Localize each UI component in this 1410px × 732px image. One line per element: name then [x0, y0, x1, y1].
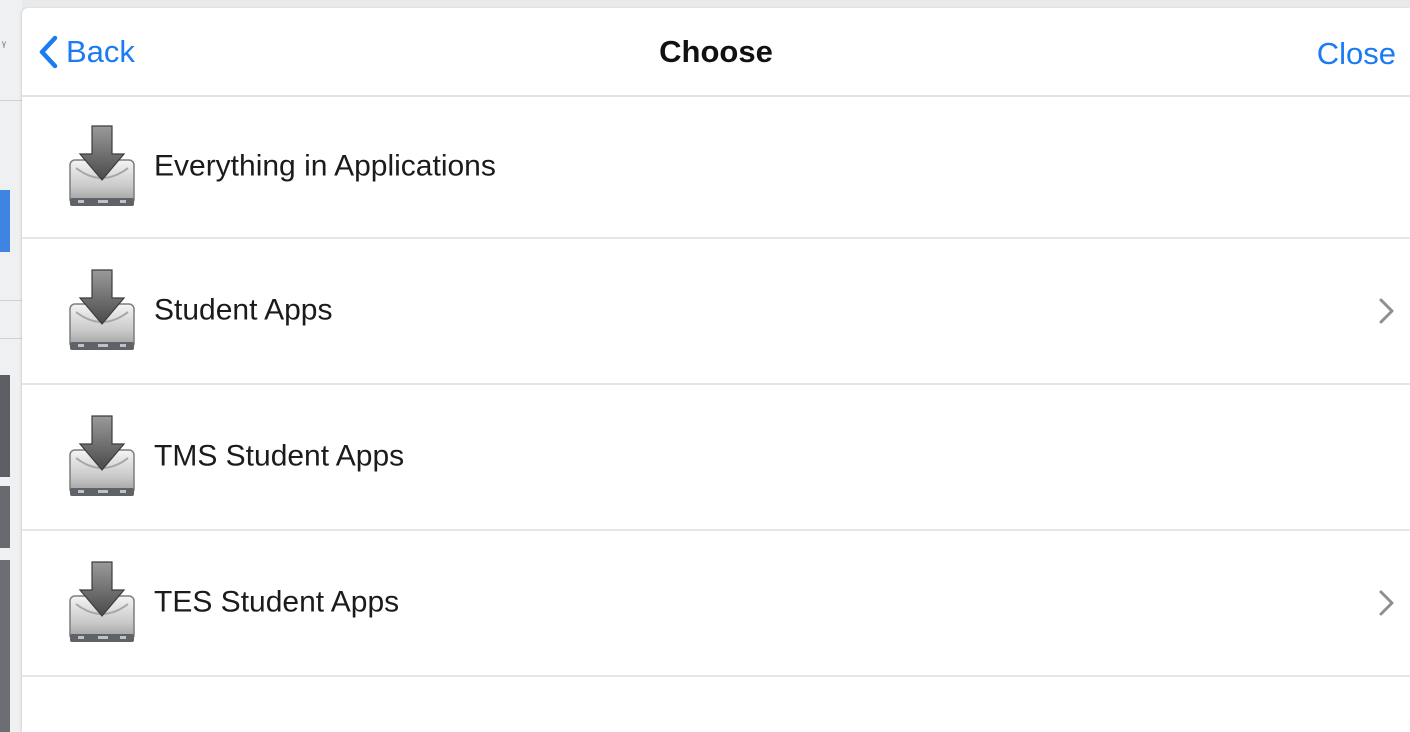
- background-selected-item: [0, 190, 10, 252]
- background-dark-block: [0, 486, 10, 548]
- installer-drive-icon: [66, 124, 138, 210]
- list-item-label: TMS Student Apps: [154, 439, 405, 473]
- chevron-right-icon: [1378, 589, 1396, 617]
- installer-drive-icon: [66, 414, 138, 500]
- background-divider: [0, 300, 22, 301]
- navigation-bar: Back Choose Close: [22, 8, 1410, 97]
- background-dark-block: [0, 375, 10, 477]
- list-item-label: TES Student Apps: [154, 585, 400, 619]
- close-button[interactable]: Close: [1317, 36, 1396, 72]
- list-item-label: Everything in Applications: [154, 149, 496, 183]
- background-divider: [0, 100, 22, 101]
- list-item-student-apps[interactable]: Student Apps: [22, 239, 1410, 385]
- choose-popover: Back Choose Close Everything in Applicat…: [22, 8, 1410, 732]
- chevron-right-icon: [1378, 297, 1396, 325]
- background-sidebar-strip: ᵞ: [0, 0, 22, 732]
- list-item-everything-in-applications[interactable]: Everything in Applications: [22, 97, 1410, 239]
- background-divider: [0, 338, 22, 339]
- page-title: Choose: [659, 34, 773, 69]
- background-dark-block: [0, 560, 10, 732]
- list-item-tes-student-apps[interactable]: TES Student Apps: [22, 531, 1410, 677]
- installer-drive-icon: [66, 268, 138, 354]
- list-item-tms-student-apps[interactable]: TMS Student Apps: [22, 385, 1410, 531]
- background-glyph: ᵞ: [2, 38, 6, 52]
- installer-drive-icon: [66, 560, 138, 646]
- list-item-label: Student Apps: [154, 293, 333, 327]
- source-list: Everything in Applications Student Apps …: [22, 97, 1410, 677]
